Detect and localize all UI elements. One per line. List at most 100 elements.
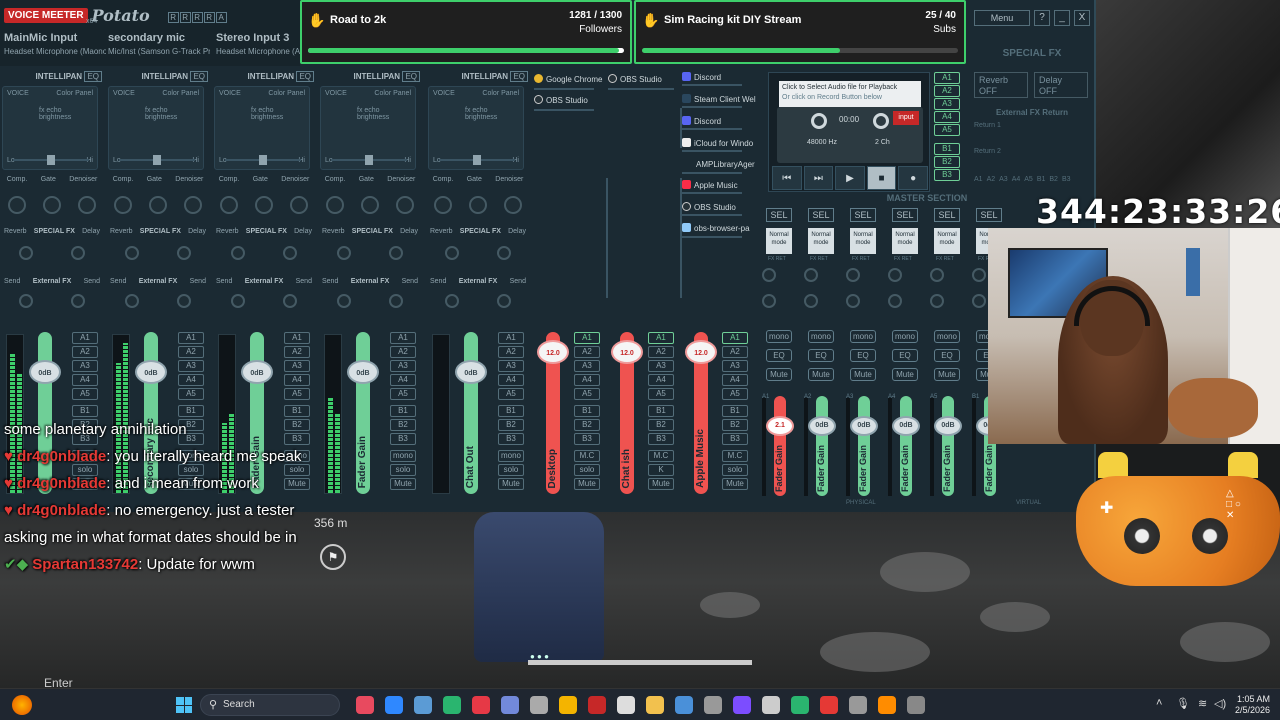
bus-button[interactable]: A4 xyxy=(1012,176,1021,183)
intellipan-panel[interactable]: VOICE Color Panel fx echo brightness Lo Hi xyxy=(108,86,204,170)
eq-button[interactable]: EQ xyxy=(808,349,834,362)
fader[interactable]: 0dB Fader Gain xyxy=(347,332,379,494)
app-slider[interactable] xyxy=(682,106,742,108)
bus-button[interactable]: B3 xyxy=(648,433,674,445)
bus-button[interactable]: A1 xyxy=(72,332,98,344)
eq-button[interactable]: EQ xyxy=(766,349,792,362)
mc-button[interactable]: M.C xyxy=(574,450,600,462)
app-item[interactable]: iCloud for Windo xyxy=(682,138,753,148)
bus-button[interactable]: A1 xyxy=(574,332,600,344)
bus-button[interactable]: A1 xyxy=(284,332,310,344)
bus-button[interactable]: A5 xyxy=(1024,176,1033,183)
bus-button[interactable]: B1 xyxy=(934,143,960,155)
knob[interactable] xyxy=(804,268,818,282)
knob[interactable] xyxy=(497,246,511,260)
taskbar-app-icon[interactable] xyxy=(675,696,693,714)
mute-button[interactable]: Mute xyxy=(934,368,960,381)
bus-button[interactable]: A1 xyxy=(934,72,960,84)
r-button[interactable]: A xyxy=(215,11,227,23)
taskbar-app-icon[interactable] xyxy=(704,696,722,714)
knob[interactable] xyxy=(177,246,191,260)
bus-button[interactable]: A4 xyxy=(72,374,98,386)
fader[interactable]: 0dB Fader Gain xyxy=(808,396,836,496)
knob[interactable] xyxy=(8,196,27,214)
knob[interactable] xyxy=(972,294,986,308)
app-item[interactable]: Discord xyxy=(682,72,721,82)
fader[interactable]: 12.0 Chat ish xyxy=(611,332,643,494)
bus-button[interactable]: A5 xyxy=(648,388,674,400)
knob[interactable] xyxy=(220,196,239,214)
bus-button[interactable]: B1 xyxy=(648,405,674,417)
bus-button[interactable]: A2 xyxy=(648,346,674,358)
bus-button[interactable]: A1 xyxy=(648,332,674,344)
k-button[interactable]: solo xyxy=(574,464,600,476)
app-slider[interactable] xyxy=(682,84,742,86)
bus-button[interactable]: B1 xyxy=(574,405,600,417)
search-input[interactable]: ⚲ Search xyxy=(200,694,340,716)
mute-button[interactable]: Mute xyxy=(648,478,674,490)
app-item[interactable]: AMPLibraryAger xyxy=(696,160,755,169)
pan-knob[interactable] xyxy=(259,155,267,165)
mute-button[interactable]: Mute xyxy=(722,478,748,490)
bus-button[interactable]: A2 xyxy=(722,346,748,358)
bus-button[interactable]: A4 xyxy=(390,374,416,386)
taskbar-app-icon[interactable] xyxy=(472,696,490,714)
bus-button[interactable]: B1 xyxy=(722,405,748,417)
k-button[interactable]: K xyxy=(648,464,674,476)
wifi-icon[interactable]: ≋ xyxy=(1198,697,1207,710)
knob[interactable] xyxy=(19,246,33,260)
intellipan-panel[interactable]: VOICE Color Panel fx echo brightness Lo Hi xyxy=(2,86,98,170)
channel-count[interactable]: 2 Ch xyxy=(875,139,890,146)
bus-button[interactable]: A2 xyxy=(987,176,996,183)
sel-button[interactable]: SEL xyxy=(766,208,792,222)
delay-button[interactable]: Delay OFF xyxy=(1034,72,1088,98)
taskbar-app-icon[interactable] xyxy=(733,696,751,714)
bus-button[interactable]: B2 xyxy=(934,156,960,168)
bus-button[interactable]: A1 xyxy=(974,176,983,183)
fader[interactable]: 0dB Fader Gain xyxy=(934,396,962,496)
eq-button[interactable]: EQ xyxy=(934,349,960,362)
knob[interactable] xyxy=(389,246,403,260)
bus-button[interactable]: A4 xyxy=(722,374,748,386)
r-button[interactable]: R xyxy=(191,11,203,23)
bus-button[interactable]: B3 xyxy=(390,433,416,445)
fader[interactable]: 2.1 Fader Gain xyxy=(766,396,794,496)
app-slider[interactable] xyxy=(608,88,674,90)
fader-knob[interactable]: 2.1 xyxy=(766,416,794,436)
bus-button[interactable]: A5 xyxy=(498,388,524,400)
eq-button[interactable]: EQ xyxy=(190,71,208,82)
knob[interactable] xyxy=(231,246,245,260)
sel-button[interactable]: SEL xyxy=(892,208,918,222)
pan-knob[interactable] xyxy=(153,155,161,165)
knob[interactable] xyxy=(148,196,167,214)
bus-button[interactable]: A2 xyxy=(178,346,204,358)
r-button[interactable]: R xyxy=(179,11,191,23)
knob[interactable] xyxy=(177,294,191,308)
k-button[interactable]: solo xyxy=(722,464,748,476)
app-slider[interactable] xyxy=(682,128,742,130)
mono-button[interactable]: mono xyxy=(892,330,918,343)
fader-knob[interactable]: 0dB xyxy=(347,360,379,384)
knob[interactable] xyxy=(19,294,33,308)
close-button[interactable]: X xyxy=(1074,10,1090,26)
mono-button[interactable]: mono xyxy=(390,450,416,462)
taskbar-app-icon[interactable] xyxy=(878,696,896,714)
bus-button[interactable]: B1 xyxy=(498,405,524,417)
knob[interactable] xyxy=(71,294,85,308)
bus-button[interactable]: A1 xyxy=(722,332,748,344)
bus-button[interactable]: A4 xyxy=(284,374,310,386)
bus-button[interactable]: A4 xyxy=(498,374,524,386)
taskbar-app-icon[interactable] xyxy=(443,696,461,714)
play-button[interactable]: ▶ xyxy=(835,166,865,190)
app-slider[interactable] xyxy=(682,150,742,152)
knob[interactable] xyxy=(846,294,860,308)
knob[interactable] xyxy=(183,196,202,214)
knob[interactable] xyxy=(125,294,139,308)
mode-button[interactable]: Normal mode xyxy=(934,228,960,254)
taskbar-app-icon[interactable] xyxy=(849,696,867,714)
mute-button[interactable]: Mute xyxy=(892,368,918,381)
eq-button[interactable]: EQ xyxy=(510,71,528,82)
mode-button[interactable]: Normal mode xyxy=(850,228,876,254)
bus-button[interactable]: A2 xyxy=(574,346,600,358)
app-item[interactable]: OBS Studio xyxy=(608,74,662,84)
